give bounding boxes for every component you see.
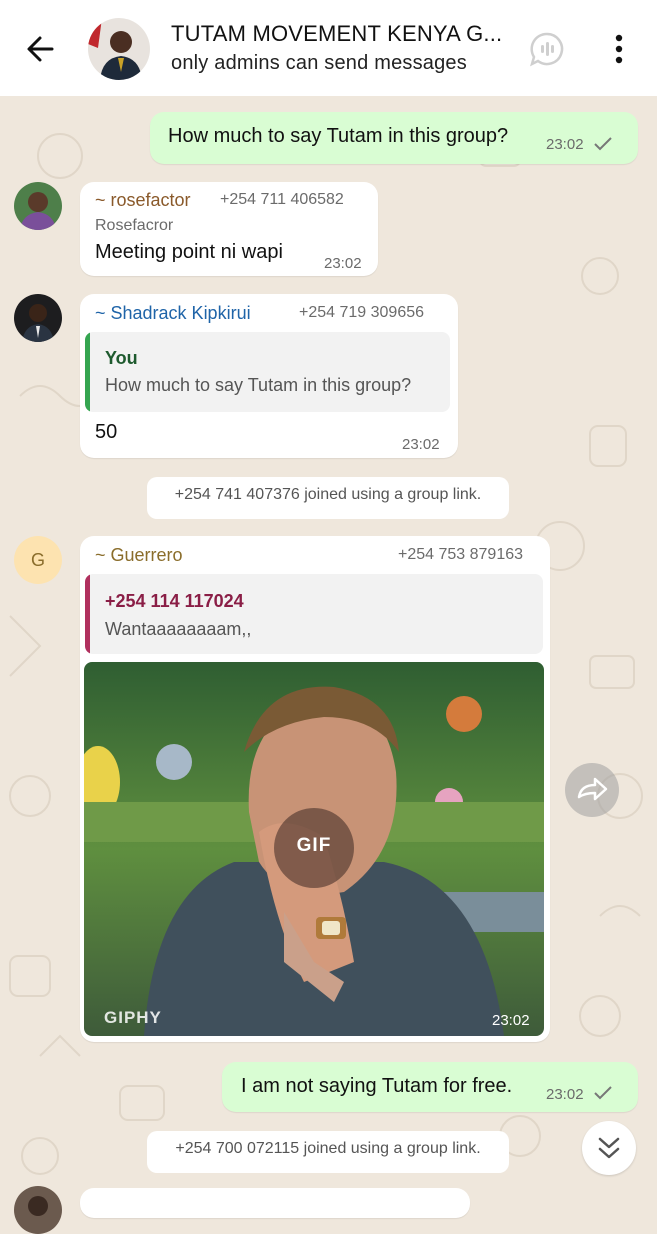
group-subtitle: only admins can send messages xyxy=(171,52,467,74)
avatar[interactable] xyxy=(14,182,62,230)
gif-badge: GIF xyxy=(296,835,332,856)
chat-header: TUTAM MOVEMENT KENYA G... only admins ca… xyxy=(0,0,657,96)
sender-phone: +254 719 309656 xyxy=(299,304,425,321)
sent-check-icon xyxy=(594,137,612,151)
avatar-letter: G xyxy=(30,550,45,570)
message-text: How much to say Tutam in this group? xyxy=(168,125,509,147)
quote-text: How much to say Tutam in this group? xyxy=(105,375,412,395)
message-time: 23:02 xyxy=(492,1012,530,1029)
scroll-to-bottom-icon[interactable] xyxy=(582,1121,636,1175)
back-arrow-icon[interactable] xyxy=(22,30,60,68)
sender-name[interactable]: ~ Shadrack Kipkirui xyxy=(95,303,251,324)
group-avatar[interactable] xyxy=(88,18,150,80)
sender-name[interactable]: ~ Guerrero xyxy=(95,545,183,566)
message-outgoing[interactable]: I am not saying Tutam for free. 23:02 xyxy=(222,1062,638,1112)
system-message: +254 741 407376 joined using a group lin… xyxy=(147,477,509,519)
quote-author: You xyxy=(105,348,138,368)
quote-author: +254 114 117024 xyxy=(105,591,244,611)
group-title[interactable]: TUTAM MOVEMENT KENYA G... xyxy=(171,21,511,47)
quoted-message[interactable]: +254 114 117024 Wantaaaaaaaam,, xyxy=(85,574,543,654)
quote-bar xyxy=(85,574,90,654)
quoted-message[interactable]: You How much to say Tutam in this group? xyxy=(85,332,450,412)
avatar[interactable]: G xyxy=(14,536,62,584)
message-incoming[interactable]: ~ rosefactor +254 711 406582 Rosefacror … xyxy=(80,182,378,276)
message-time: 23:02 xyxy=(402,436,440,453)
system-message: +254 700 072115 joined using a group lin… xyxy=(147,1131,509,1173)
sender-phone: +254 711 406582 xyxy=(220,191,344,208)
message-time: 23:02 xyxy=(324,255,362,272)
message-outgoing[interactable]: How much to say Tutam in this group? 23:… xyxy=(150,112,638,164)
quote-bar xyxy=(85,332,90,412)
more-vertical-icon[interactable] xyxy=(606,30,632,68)
message-text: 50 xyxy=(95,421,118,443)
message-incoming[interactable]: ~ Shadrack Kipkirui +254 719 309656 You … xyxy=(80,294,458,458)
forward-icon[interactable] xyxy=(565,763,619,817)
quote-text: Wantaaaaaaaam,, xyxy=(105,619,252,639)
group-call-icon[interactable] xyxy=(528,30,566,68)
sender-pushname: Rosefacror xyxy=(95,217,174,234)
message-time: 23:02 xyxy=(546,136,584,153)
giphy-brand: GIPHY xyxy=(104,1008,162,1027)
sent-check-icon xyxy=(594,1086,612,1100)
message-incoming[interactable] xyxy=(80,1188,470,1218)
message-text: I am not saying Tutam for free. xyxy=(241,1075,513,1097)
sender-phone: +254 753 879163 xyxy=(398,546,524,563)
avatar[interactable] xyxy=(14,1186,62,1234)
message-text: Meeting point ni wapi xyxy=(95,241,283,263)
gif-image[interactable]: GIF GIPHY 23:02 xyxy=(84,662,544,1036)
message-time: 23:02 xyxy=(546,1086,584,1103)
avatar[interactable] xyxy=(14,294,62,342)
gif-play-button[interactable]: GIF xyxy=(274,808,354,888)
sender-name[interactable]: ~ rosefactor xyxy=(95,190,191,211)
